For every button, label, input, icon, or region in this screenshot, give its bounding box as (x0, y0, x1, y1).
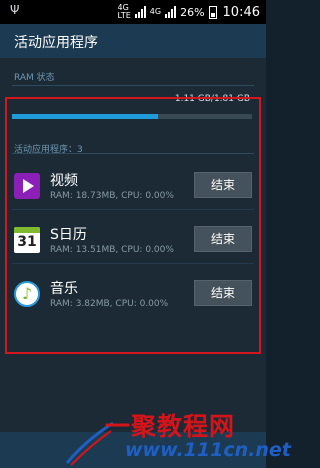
annotation-highlight-box (5, 97, 261, 354)
battery-percent: 26% (180, 5, 205, 19)
network-indicator: 4G LTE (117, 4, 130, 20)
ram-section-label: RAM 状态 (14, 73, 55, 83)
watermark: 一聚教程网 www.111cn.net (65, 407, 291, 467)
clock: 10:46 (222, 4, 260, 20)
watermark-url: www.111cn.net (125, 439, 291, 461)
battery-icon (208, 5, 217, 19)
signal-icon-secondary (165, 6, 177, 18)
app-header: 活动应用程序 (0, 24, 266, 58)
status-icons: 4G LTE 4G 26% 10:46 (117, 4, 260, 20)
signal-icon (134, 6, 146, 18)
usb-icon: Ψ (10, 3, 20, 17)
network-type-bottom: LTE (117, 11, 131, 20)
status-bar: Ψ 4G LTE 4G 26% 10:46 (0, 0, 266, 24)
divider (12, 85, 254, 86)
page-title: 活动应用程序 (14, 35, 98, 51)
watermark-title: 一聚教程网 (105, 412, 236, 441)
network-type-alt: 4G (149, 7, 162, 16)
